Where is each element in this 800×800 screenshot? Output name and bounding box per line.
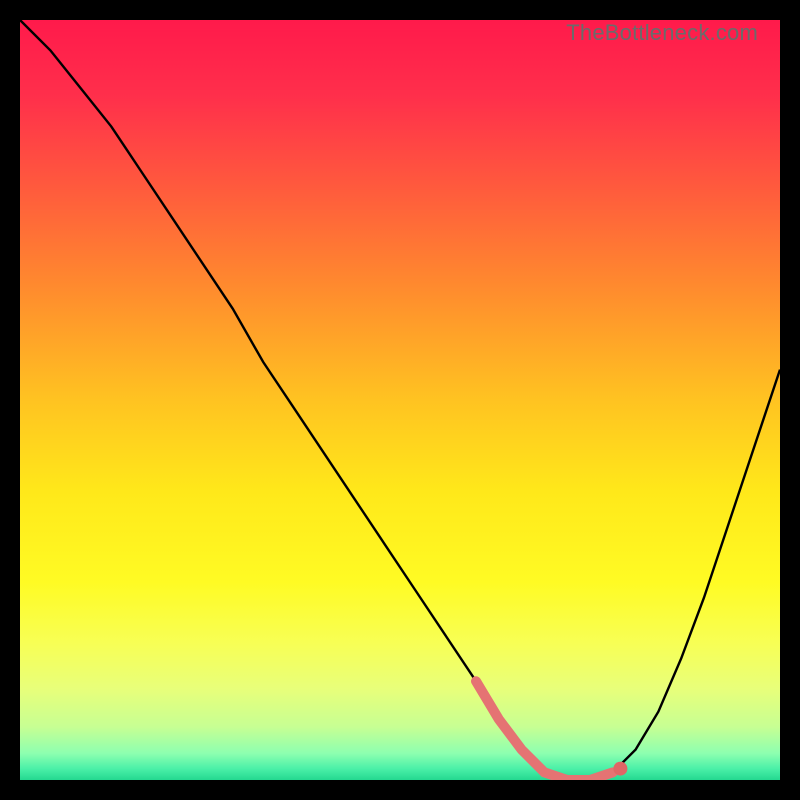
gradient-background [20,20,780,780]
watermark-text: TheBottleneck.com [566,20,758,46]
bottleneck-chart [20,20,780,780]
chart-frame: TheBottleneck.com [20,20,780,780]
marker-dot [613,762,627,776]
